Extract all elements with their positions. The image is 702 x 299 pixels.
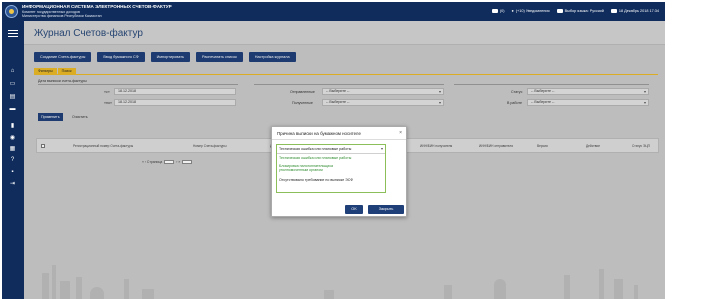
app-window: ИНФОРМАЦИОННАЯ СИСТЕМА ЭЛЕКТРОННЫХ СЧЕТО…	[2, 2, 665, 299]
close-button[interactable]: Закрыть	[368, 205, 404, 214]
user-icon: ●	[511, 9, 514, 13]
reason-dropdown-value[interactable]: Техническая ошибка или плановые работы	[277, 145, 385, 154]
top-right-controls: (0) ● (+10) Уведомления Выбор языка: Рус…	[491, 9, 659, 13]
notifications-label: (+10) Уведомления	[515, 9, 550, 13]
reason-option[interactable]: Отсутствовало требование по выписке ЭСФ	[279, 178, 353, 182]
reason-option[interactable]: Блокировка налогоплательщика уполномочен…	[279, 164, 357, 173]
briefcase-icon[interactable]: ▪	[9, 169, 16, 175]
mail-icon	[491, 9, 498, 13]
messages-count: (0)	[499, 9, 505, 13]
reason-option[interactable]: Техническая ошибка или плановые работы	[279, 156, 351, 160]
home-icon[interactable]: ⌂	[9, 68, 16, 74]
calendar-icon	[610, 9, 617, 13]
folder-icon[interactable]: ▬	[9, 106, 16, 112]
grid-icon[interactable]: ▦	[9, 146, 16, 152]
system-title: ИНФОРМАЦИОННАЯ СИСТЕМА ЭЛЕКТРОННЫХ СЧЕТО…	[22, 4, 172, 9]
datetime: 18 Декабрь 2018 17:34	[610, 9, 659, 13]
monitor-nav-icon[interactable]: ▭	[9, 81, 16, 87]
sidebar: ⌂ ▭ ▤ ▬ ▮ ◉ ▦ ? ▪ ⇥	[2, 21, 24, 299]
language-selector[interactable]: Выбор языка: Русский	[556, 9, 604, 13]
language-label: Выбор языка: Русский	[564, 9, 604, 13]
paper-reason-dialog: Причина выписки на бумажном носителе × Т…	[271, 126, 407, 217]
dashboard-icon[interactable]: ◉	[9, 135, 16, 141]
chart-icon[interactable]: ▤	[9, 94, 16, 100]
close-icon[interactable]: ×	[399, 130, 402, 136]
monitor-icon	[556, 9, 563, 13]
notifications-link[interactable]: ● (+10) Уведомления	[512, 9, 550, 13]
top-bar: ИНФОРМАЦИОННАЯ СИСТЕМА ЭЛЕКТРОННЫХ СЧЕТО…	[2, 2, 665, 21]
messages-link[interactable]: (0)	[491, 9, 505, 13]
datetime-label: 18 Декабрь 2018 17:34	[618, 9, 659, 13]
brand: ИНФОРМАЦИОННАЯ СИСТЕМА ЭЛЕКТРОННЫХ СЧЕТО…	[22, 4, 172, 19]
dialog-title: Причина выписки на бумажном носителе	[277, 131, 361, 136]
reason-dropdown[interactable]: Техническая ошибка или плановые работы Т…	[276, 144, 386, 193]
ok-button[interactable]: OK	[345, 205, 363, 214]
document-icon[interactable]: ▮	[9, 123, 16, 129]
state-emblem-icon	[5, 5, 18, 18]
hamburger-menu-icon[interactable]	[8, 30, 18, 40]
logout-icon[interactable]: ⇥	[9, 181, 16, 187]
help-icon[interactable]: ?	[9, 157, 16, 163]
dialog-divider	[272, 139, 406, 140]
system-subtitle-2: Министерства финансов Республики Казахст…	[22, 14, 102, 18]
